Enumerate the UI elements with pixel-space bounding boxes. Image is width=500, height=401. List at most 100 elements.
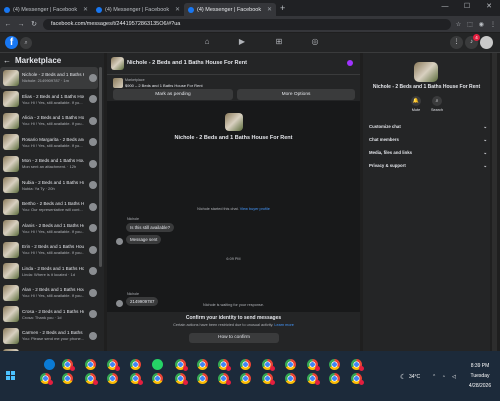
mute-icon[interactable]: 🔔 xyxy=(411,96,421,106)
message-bubble[interactable]: Is this still available? xyxy=(126,223,175,232)
back-icon[interactable]: ← xyxy=(4,21,12,28)
home-icon[interactable]: ⌂ xyxy=(200,37,214,46)
chat-list-scrollbar[interactable] xyxy=(99,67,102,267)
notifications-icon[interactable]: ♪ 4 xyxy=(465,34,480,49)
chat-list-item[interactable]: Alicia - 2 Beds and 1 Baths Hous...You: … xyxy=(0,110,98,132)
chat-list-item[interactable]: Alanis - 2 Beds and 1 Baths Hous...You: … xyxy=(0,218,98,240)
network-icon[interactable]: ◔ xyxy=(442,374,445,380)
chrome-icon[interactable] xyxy=(175,359,188,371)
chrome-icon[interactable] xyxy=(62,373,73,384)
chrome-icon[interactable] xyxy=(107,373,118,384)
search-icon[interactable]: ⌕ xyxy=(432,96,442,106)
chat-members-row[interactable]: Chat members ⌄ xyxy=(369,137,487,143)
maximize-button[interactable]: ☐ xyxy=(456,0,478,14)
clock-day[interactable]: Tuesday xyxy=(466,373,494,379)
extensions-icon[interactable]: ⬚ xyxy=(467,21,473,28)
listing-thumbnail[interactable] xyxy=(111,57,124,70)
chrome-icon[interactable] xyxy=(262,373,275,385)
view-profile-link[interactable]: View buyer profile xyxy=(240,207,270,211)
chrome-icon[interactable] xyxy=(197,359,208,370)
edge-icon[interactable] xyxy=(44,359,55,370)
mark-pending-button[interactable]: Mark as pending xyxy=(113,89,233,100)
chrome-icon[interactable] xyxy=(218,373,231,385)
url-input[interactable]: facebook.com/messages/t/24419572863135O6… xyxy=(43,18,451,30)
close-icon[interactable]: ✕ xyxy=(83,6,88,13)
message-bubble[interactable]: Message sent xyxy=(126,235,162,244)
volume-icon[interactable]: ◁ xyxy=(452,374,456,380)
chrome-icon[interactable] xyxy=(218,359,231,371)
forward-icon[interactable]: → xyxy=(17,21,25,28)
browser-tab-2[interactable]: (4) Messenger | Facebook ✕ xyxy=(92,3,184,16)
menu-grid-icon[interactable]: ⋮ xyxy=(450,36,463,49)
learn-more-link[interactable]: Learn more xyxy=(274,323,293,327)
chrome-icon[interactable] xyxy=(240,373,251,384)
customize-chat-row[interactable]: Customize chat ⌄ xyxy=(369,124,487,130)
chat-list-item[interactable]: Bertho - 2 Beds and 1 Baths Hous...You: … xyxy=(0,196,98,218)
browser-tab-1[interactable]: (4) Messenger | Facebook ✕ xyxy=(0,3,92,16)
chrome-icon[interactable] xyxy=(285,359,296,370)
facebook-logo[interactable]: f xyxy=(5,36,18,49)
close-icon[interactable]: ✕ xyxy=(175,6,180,13)
search-icon[interactable]: ⌕ xyxy=(20,37,32,49)
chat-list-item[interactable]: Linda - 2 Beds and 1 Baths Hous...Linda:… xyxy=(0,261,98,283)
chrome-icon[interactable] xyxy=(307,359,320,371)
chat-list-item[interactable]: Carmen - 2 Beds and 1 Baths Ho...You: Pl… xyxy=(0,325,98,347)
profile-icon[interactable]: ◉ xyxy=(479,21,484,28)
info-icon[interactable] xyxy=(347,60,353,66)
chrome-icon[interactable] xyxy=(85,359,96,370)
chat-list-item[interactable]: Alan - 2 Beds and 1 Baths House...You: H… xyxy=(0,282,98,304)
weather-icon[interactable]: ☾ xyxy=(400,373,406,381)
chat-list-item[interactable]: Rosario Margarita - 2 Beds and ...You: H… xyxy=(0,132,98,154)
chat-list-item[interactable]: Crosa - 2 Beds and 1 Baths Hous...Crosa:… xyxy=(0,304,98,326)
clock-time[interactable]: 8:39 PM xyxy=(466,363,494,369)
more-options-button[interactable]: More Options xyxy=(237,89,355,100)
chat-list-item[interactable]: Nubia - 2 Beds and 1 Baths Hous...Nubia:… xyxy=(0,175,98,197)
chrome-icon[interactable] xyxy=(329,373,340,384)
star-icon[interactable]: ☆ xyxy=(456,21,461,28)
close-icon[interactable]: ✕ xyxy=(267,6,272,13)
chrome-icon[interactable] xyxy=(40,373,53,385)
chrome-icon[interactable] xyxy=(175,373,188,385)
tray-chevron-icon[interactable]: ⌃ xyxy=(432,374,436,380)
chrome-icon[interactable] xyxy=(130,359,141,370)
chrome-icon[interactable] xyxy=(262,359,275,371)
message-bubble[interactable]: 2149909787 xyxy=(126,297,159,306)
new-tab-button[interactable]: + xyxy=(280,3,285,13)
chrome-icon[interactable] xyxy=(62,359,75,371)
privacy-support-row[interactable]: Privacy & support ⌄ xyxy=(369,163,487,169)
chrome-icon[interactable] xyxy=(130,373,143,385)
video-icon[interactable]: ▶ xyxy=(235,37,249,46)
chat-list-item[interactable]: Mon - 2 Beds and 1 Baths House...Mon sen… xyxy=(0,153,98,175)
chrome-icon[interactable] xyxy=(152,373,163,384)
chrome-icon[interactable] xyxy=(240,359,251,370)
chrome-icon[interactable] xyxy=(307,373,320,385)
windows-start-icon[interactable] xyxy=(6,371,15,380)
page-scrollbar[interactable] xyxy=(492,53,497,351)
avatar[interactable] xyxy=(480,36,493,49)
whatsapp-icon[interactable] xyxy=(152,359,163,370)
chrome-icon[interactable] xyxy=(285,373,296,384)
chat-list-item[interactable]: Elias - 2 Beds and 1 Baths House...You: … xyxy=(0,89,98,111)
chrome-icon[interactable] xyxy=(351,359,364,371)
chrome-icon[interactable] xyxy=(329,359,340,370)
weather-temp[interactable]: 34°C xyxy=(409,374,420,380)
chrome-icon[interactable] xyxy=(351,373,364,385)
chat-list-item[interactable]: Nichole - 2 Beds and 1 Baths Hou...Nicho… xyxy=(0,67,98,89)
reload-icon[interactable]: ↻ xyxy=(30,20,38,28)
listing-image[interactable] xyxy=(113,78,123,88)
media-files-row[interactable]: Media, files and links ⌄ xyxy=(369,150,487,156)
how-to-confirm-button[interactable]: How to confirm xyxy=(189,333,279,343)
back-arrow-icon[interactable]: ← xyxy=(3,56,11,65)
minimize-button[interactable]: — xyxy=(434,0,456,14)
clock-date[interactable]: 4/28/2026 xyxy=(466,383,494,389)
groups-icon[interactable]: ◎ xyxy=(308,37,322,46)
chrome-icon[interactable] xyxy=(197,373,208,384)
browser-tab-3[interactable]: (4) Messenger | Facebook ✕ xyxy=(184,3,276,16)
conversation-title[interactable]: Nichole - 2 Beds and 1 Baths House For R… xyxy=(127,60,247,66)
chat-list-item[interactable]: Erin - 2 Beds and 1 Baths House...You: H… xyxy=(0,239,98,261)
chrome-icon[interactable] xyxy=(85,373,98,385)
marketplace-icon[interactable]: ⊞ xyxy=(272,37,286,46)
chrome-icon[interactable] xyxy=(107,359,120,371)
menu-icon[interactable]: ⋮ xyxy=(490,21,496,28)
window-close-button[interactable]: ✕ xyxy=(478,0,500,14)
